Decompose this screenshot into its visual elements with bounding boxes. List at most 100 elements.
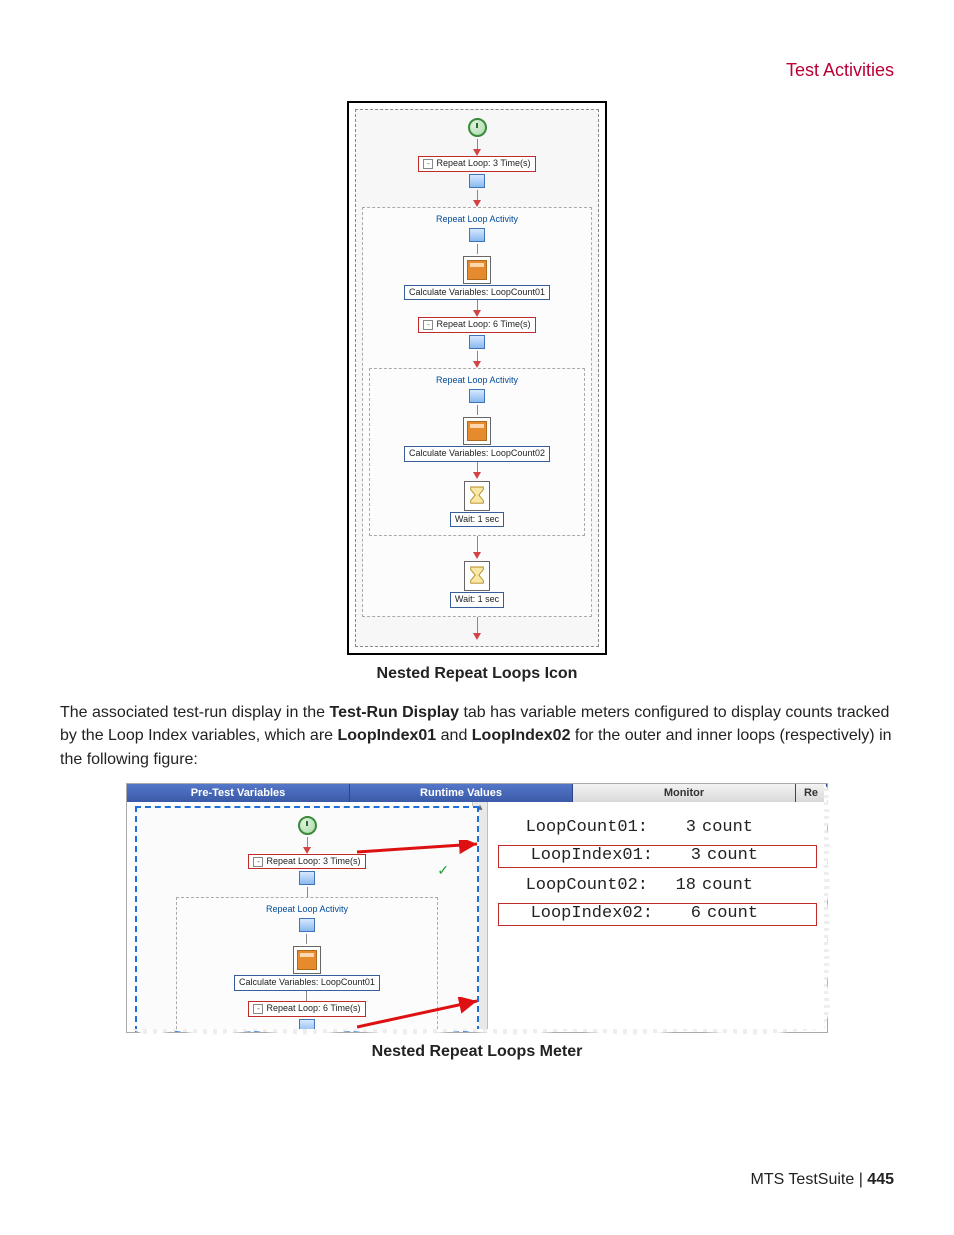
wait-node-icon: [464, 481, 490, 511]
tab-bar: Pre-Test Variables Runtime Values Monito…: [127, 784, 827, 802]
calculator-icon: [467, 260, 487, 280]
arrow-down-icon: [473, 472, 481, 479]
repeat-loop-node-2: Repeat Loop: 6 Time(s): [248, 1001, 365, 1017]
footer-page-number: 445: [867, 1171, 894, 1188]
checkmark-icon: ✓: [437, 862, 449, 879]
text-run: The associated test-run display in the: [60, 704, 329, 721]
node-label: Wait: 1 sec: [455, 514, 499, 526]
node-badge-icon: [469, 389, 485, 403]
connector-line: [477, 405, 478, 415]
meter-unit: count: [702, 818, 753, 837]
meter-label: LoopIndex02:: [503, 904, 653, 923]
runtime-window: Pre-Test Variables Runtime Values Monito…: [126, 783, 828, 1033]
figure-nested-loops-meter: Pre-Test Variables Runtime Values Monito…: [60, 783, 894, 1033]
meter-label: LoopIndex01:: [503, 846, 653, 865]
connector-line: [307, 837, 308, 847]
group-title: Repeat Loop Activity: [436, 375, 518, 385]
connector-line: [307, 887, 308, 897]
meter-row-loopindex01: LoopIndex01: 3 count: [498, 845, 817, 868]
workflow-preview-frame: Repeat Loop: 3 Time(s) ✓ Repeat Loop Act…: [135, 806, 479, 1032]
tab-re-truncated[interactable]: Re: [796, 784, 827, 802]
arrow-down-icon: [473, 361, 481, 368]
meter-unit: count: [702, 876, 753, 895]
workflow-preview: Repeat Loop: 3 Time(s) ✓ Repeat Loop Act…: [143, 814, 471, 1032]
connector-line: [306, 934, 307, 944]
node-badge-icon: [299, 871, 315, 885]
tab-pre-test-variables[interactable]: Pre-Test Variables: [127, 784, 350, 802]
arrow-down-icon: [473, 310, 481, 317]
repeat-loop-node-1: Repeat Loop: 3 Time(s): [248, 854, 365, 870]
meter-label: LoopCount02:: [498, 876, 648, 895]
collapse-icon: [253, 857, 263, 867]
wait-node-icon: [464, 561, 490, 591]
connector-line: [477, 617, 478, 633]
node-label: Calculate Variables: LoopCount02: [409, 448, 545, 460]
calc-variables-node: Calculate Variables: LoopCount01: [234, 975, 380, 991]
node-label: Repeat Loop: 3 Time(s): [436, 158, 530, 170]
meter-unit: count: [707, 904, 758, 923]
text-bold: LoopIndex02: [472, 727, 571, 744]
hourglass-icon: [468, 565, 486, 587]
meter-label: LoopCount01:: [498, 818, 648, 837]
meter-pane: LoopCount01: 3 count LoopIndex01: 3 coun…: [488, 802, 827, 1032]
arrow-down-icon: [303, 847, 311, 854]
meter-row-loopcount02: LoopCount02: 18 count: [498, 876, 817, 895]
body-paragraph: The associated test-run display in the T…: [60, 701, 894, 771]
hourglass-icon: [468, 485, 486, 507]
meter-unit: count: [707, 846, 758, 865]
meter-row-loopindex02: LoopIndex02: 6 count: [498, 903, 817, 926]
group-title: Repeat Loop Activity: [266, 904, 348, 914]
figure-nested-loops-icon: Repeat Loop: 3 Time(s) Repeat Loop Activ…: [60, 101, 894, 655]
calculate-node-icon: [463, 417, 491, 445]
calculator-icon: [297, 950, 317, 970]
repeat-loop-activity-group: Repeat Loop Activity Calculate Variables…: [176, 897, 438, 1031]
page-footer: MTS TestSuite | 445: [751, 1171, 895, 1189]
clock-icon: [468, 118, 487, 137]
connector-line: [477, 300, 478, 310]
clock-icon: [298, 816, 317, 835]
repeat-loop-activity-group-2: Repeat Loop Activity Calculate Variables…: [369, 368, 585, 536]
calc-variables-node-1: Calculate Variables: LoopCount01: [404, 285, 550, 301]
connector-line: [477, 351, 478, 361]
collapse-icon: [423, 320, 433, 330]
node-label: Repeat Loop: 3 Time(s): [266, 856, 360, 868]
collapse-icon: [423, 159, 433, 169]
repeat-loop-node-2: Repeat Loop: 6 Time(s): [418, 317, 535, 333]
meter-row-loopcount01: LoopCount01: 3 count: [498, 818, 817, 837]
text-run: and: [441, 727, 472, 744]
calculator-icon: [467, 421, 487, 441]
arrow-down-icon: [473, 200, 481, 207]
node-badge-icon: [469, 228, 485, 242]
footer-sep: |: [854, 1171, 867, 1188]
node-badge-icon: [469, 174, 485, 188]
node-label: Repeat Loop: 6 Time(s): [436, 319, 530, 331]
figure1-caption: Nested Repeat Loops Icon: [60, 665, 894, 683]
node-label: Calculate Variables: LoopCount01: [409, 287, 545, 299]
arrow-down-icon: [473, 633, 481, 640]
meter-value: 6: [657, 904, 701, 923]
node-badge-icon: [469, 335, 485, 349]
flowchart: Repeat Loop: 3 Time(s) Repeat Loop Activ…: [355, 109, 599, 647]
page: Test Activities Repeat Loop: 3 Time(s) R…: [0, 0, 954, 1235]
connector-line: [477, 139, 478, 149]
node-label: Calculate Variables: LoopCount01: [239, 977, 375, 989]
group-title: Repeat Loop Activity: [436, 214, 518, 224]
calc-variables-node-2: Calculate Variables: LoopCount02: [404, 446, 550, 462]
torn-edge-right: [824, 784, 830, 1032]
node-label: Wait: 1 sec: [455, 594, 499, 606]
workflow-preview-pane: Repeat Loop: 3 Time(s) ✓ Repeat Loop Act…: [127, 802, 488, 1032]
arrow-down-icon: [473, 552, 481, 559]
tab-monitor[interactable]: Monitor: [573, 784, 796, 802]
tab-runtime-values[interactable]: Runtime Values: [350, 784, 573, 802]
meter-value: 3: [657, 846, 701, 865]
connector-line: [306, 991, 307, 1001]
meter-value: 18: [652, 876, 696, 895]
arrow-down-icon: [473, 149, 481, 156]
calculate-node-icon: [463, 256, 491, 284]
figure2-caption: Nested Repeat Loops Meter: [60, 1043, 894, 1061]
collapse-icon: [253, 1004, 263, 1014]
wait-node-2: Wait: 1 sec: [450, 592, 504, 608]
connector-line: [477, 536, 478, 552]
wait-node-1: Wait: 1 sec: [450, 512, 504, 528]
node-label: Repeat Loop: 6 Time(s): [266, 1003, 360, 1015]
